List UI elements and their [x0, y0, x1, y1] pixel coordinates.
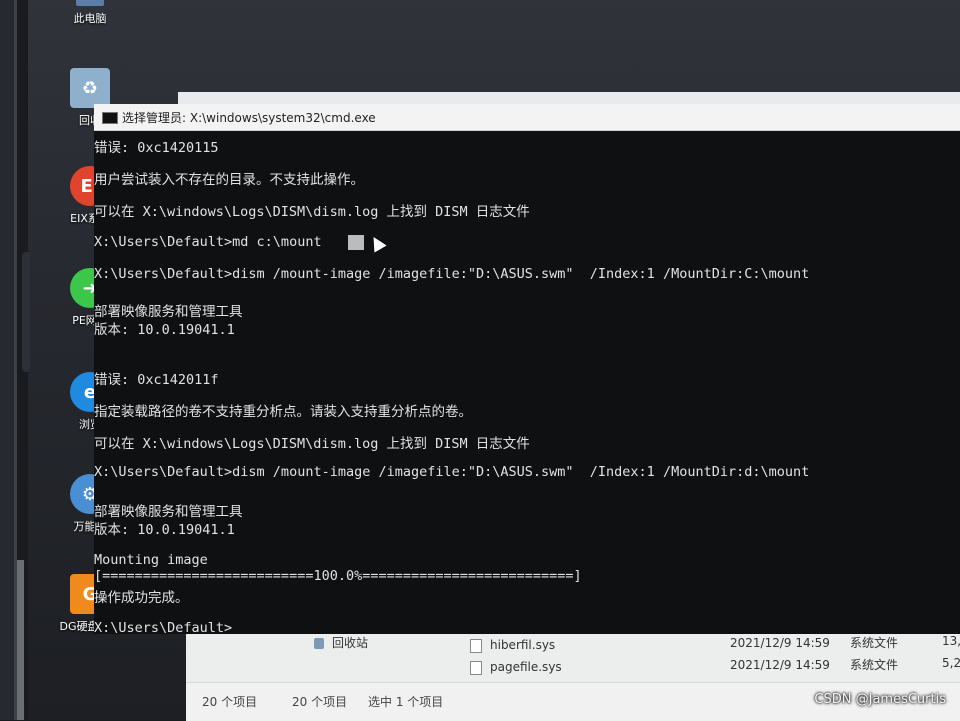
- monitor-bezel-edge: [14, 0, 17, 720]
- file-icon: [470, 638, 482, 653]
- monitor-side-knob: [22, 252, 30, 372]
- status-item-count-left: 20 个项目: [202, 695, 258, 709]
- file-name: 回收站: [332, 636, 369, 650]
- console-line: X:\Users\Default>dism /mount-image /imag…: [94, 464, 810, 480]
- computer-icon: [76, 0, 104, 6]
- file-name: hiberfil.sys: [490, 638, 556, 652]
- cmd-app-icon: [102, 112, 118, 124]
- file-row-hiberfil[interactable]: hiberfil.sys: [470, 638, 555, 653]
- monitor-bezel: [0, 0, 14, 720]
- console-line: 可以在 X:\windows\Logs\DISM\dism.log 上找到 DI…: [94, 204, 530, 220]
- console-line: Mounting image: [94, 552, 208, 568]
- desktop-icon-label: 此电脑: [73, 12, 107, 25]
- console-line: 版本: 10.0.19041.1: [94, 522, 235, 538]
- progress-bar-text: [==========================100.0%=======…: [94, 568, 582, 584]
- desktop-icon-this-pc[interactable]: 此电脑: [52, 0, 128, 26]
- console-line: 操作成功完成。: [94, 590, 189, 606]
- cmd-window[interactable]: 选择管理员: X:\windows\system32\cmd.exe 错误: 0…: [94, 104, 960, 636]
- file-size: 5,2: [942, 656, 960, 670]
- recycle-bin-small-icon: [314, 638, 324, 649]
- file-row-pagefile[interactable]: pagefile.sys: [470, 660, 562, 675]
- console-line: 错误: 0xc1420115: [94, 140, 219, 156]
- file-icon: [470, 660, 482, 675]
- status-selected-count: 选中 1 个项目: [368, 695, 444, 709]
- console-line: 部署映像服务和管理工具: [94, 504, 243, 520]
- console-line: 错误: 0xc142011f: [94, 372, 219, 388]
- console-line: X:\Users\Default>dism /mount-image /imag…: [94, 266, 810, 282]
- watermark: CSDN @JamesCurtis: [814, 692, 946, 707]
- console-line-text: X:\Users\Default>md c:\mount: [94, 234, 322, 250]
- file-row-recycle-bin[interactable]: 回收站: [314, 634, 368, 651]
- console-line-with-cursor: X:\Users\Default>md c:\mount: [94, 234, 364, 250]
- console-line: 部署映像服务和管理工具: [94, 304, 243, 320]
- console-prompt: X:\Users\Default>: [94, 620, 233, 636]
- file-date: 2021/12/9 14:59: [730, 636, 830, 650]
- status-item-count: 20 个项目: [292, 695, 348, 709]
- console-line: 用户尝试装入不存在的目录。不支持此操作。: [94, 172, 364, 188]
- file-type: 系统文件: [850, 658, 899, 672]
- file-name: pagefile.sys: [490, 660, 562, 674]
- cmd-title-bar[interactable]: 选择管理员: X:\windows\system32\cmd.exe: [94, 104, 960, 131]
- recycle-bin-icon: ♻: [70, 68, 110, 108]
- console-line: 版本: 10.0.19041.1: [94, 322, 235, 338]
- file-type: 系统文件: [850, 636, 899, 650]
- cmd-window-title: 选择管理员: X:\windows\system32\cmd.exe: [122, 111, 376, 125]
- text-cursor: [347, 234, 364, 250]
- file-size: 13,: [942, 634, 960, 648]
- console-line: 可以在 X:\windows\Logs\DISM\dism.log 上找到 DI…: [94, 436, 530, 452]
- file-date: 2021/12/9 14:59: [730, 658, 830, 672]
- console-output[interactable]: 错误: 0xc1420115 用户尝试装入不存在的目录。不支持此操作。 可以在 …: [94, 136, 960, 636]
- console-line: 指定装载路径的卷不支持重分析点。请装入支持重分析点的卷。: [94, 404, 472, 420]
